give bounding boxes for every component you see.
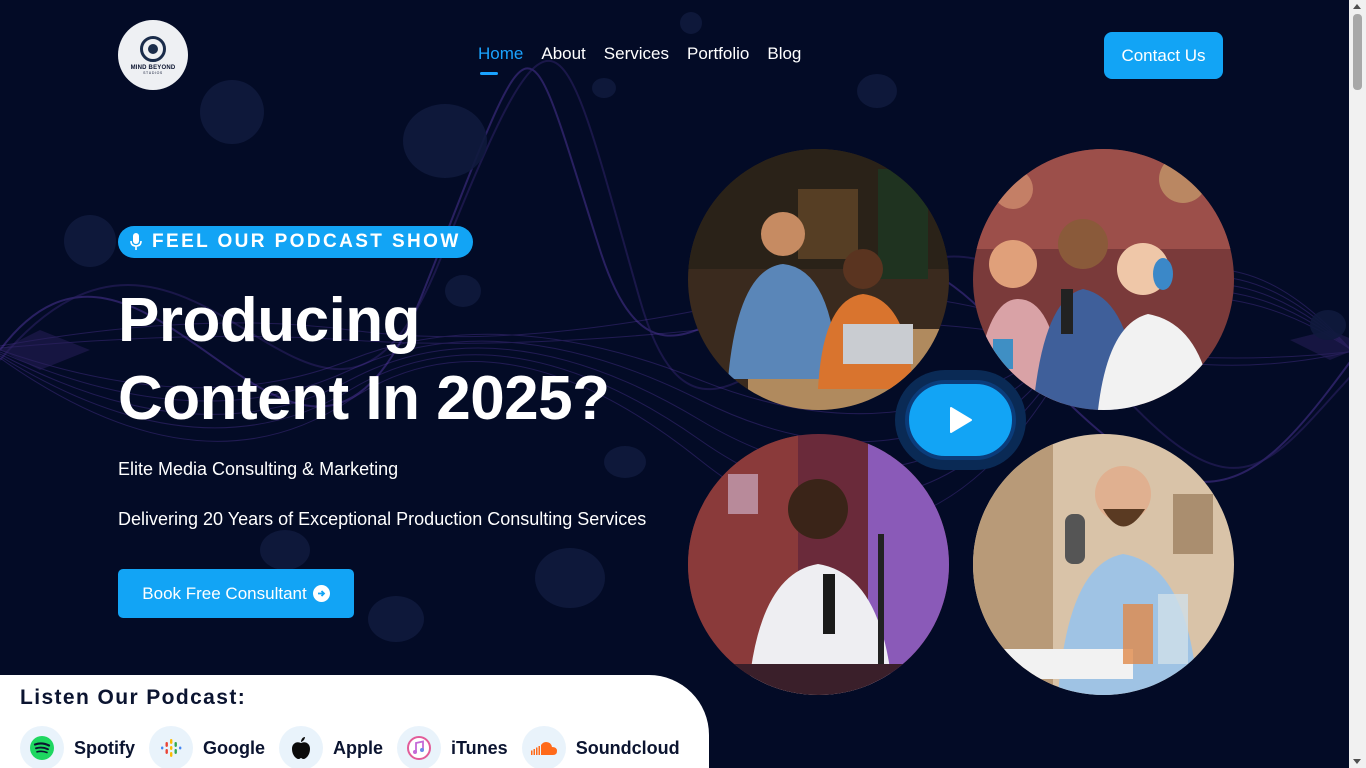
podcast-photo-duo [688,149,949,410]
bg-bubble [1310,310,1346,340]
nav-home[interactable]: Home [478,44,523,75]
bg-bubble [592,78,616,98]
hero-subtitle: Elite Media Consulting & Marketing [118,459,399,479]
bg-bubble [604,446,646,478]
listen-podcast-panel: Listen Our Podcast: Spotify Google Apple… [0,675,709,768]
platform-label: Google [203,737,265,758]
hero-title: Producing Content In 2025? [118,282,610,438]
platform-apple[interactable]: Apple [279,726,383,768]
platform-label: Spotify [74,737,135,758]
spotify-icon [20,726,64,768]
bg-bubble [680,12,702,34]
logo-subtext: STUDIOS [143,70,163,75]
podcast-badge: FEEL OUR PODCAST SHOW [118,226,473,258]
nav-services[interactable]: Services [604,44,669,64]
bg-bubble [260,530,310,570]
play-video-button[interactable] [905,380,1016,460]
podcast-photo-bearded [973,434,1234,695]
bg-bubble [64,215,116,267]
page-scrollbar[interactable] [1349,0,1366,768]
contact-us-button[interactable]: Contact Us [1104,32,1223,79]
site-logo[interactable]: MIND BEYOND STUDIOS [118,20,188,90]
play-button-ring [895,370,1026,470]
main-nav: Home About Services Portfolio Blog [478,44,801,75]
play-icon [949,407,972,433]
platform-label: iTunes [451,737,508,758]
badge-text: FEEL OUR PODCAST SHOW [152,231,461,252]
soundcloud-icon [521,726,566,768]
bg-bubble [403,104,487,178]
hero-title-line2: Content In 2025? [118,364,610,433]
platform-spotify[interactable]: Spotify [20,726,135,768]
itunes-icon [397,726,442,768]
scroll-up-arrow-icon[interactable] [1353,4,1361,9]
listen-title: Listen Our Podcast: [20,686,247,709]
google-podcasts-icon [149,726,193,768]
scrollbar-thumb[interactable] [1353,14,1362,90]
apple-icon [279,726,323,768]
bg-bubble [857,74,897,108]
platform-soundcloud[interactable]: Soundcloud [521,726,680,768]
scroll-down-arrow-icon[interactable] [1353,759,1361,764]
platform-google[interactable]: Google [149,726,265,768]
platform-itunes[interactable]: iTunes [397,726,508,768]
bg-bubble [200,80,264,144]
microphone-icon [130,233,142,250]
bg-bubble [535,548,605,608]
hero-title-line1: Producing [118,286,421,355]
hero-description: Delivering 20 Years of Exceptional Produ… [118,509,647,529]
podcast-photo-host [688,434,949,695]
nav-portfolio[interactable]: Portfolio [687,44,749,64]
platform-list: Spotify Google Apple iTunes Soundcloud [20,726,680,768]
platform-label: Soundcloud [575,737,680,758]
nav-about[interactable]: About [541,44,585,64]
arrow-right-icon [312,585,330,602]
nav-blog[interactable]: Blog [767,44,801,64]
podcast-photo-group [973,149,1234,410]
book-consultant-label: Book Free Consultant [142,583,307,603]
platform-label: Apple [333,737,384,758]
brain-icon [140,35,166,62]
bg-bubble [368,596,424,642]
book-consultant-button[interactable]: Book Free Consultant [118,569,354,618]
